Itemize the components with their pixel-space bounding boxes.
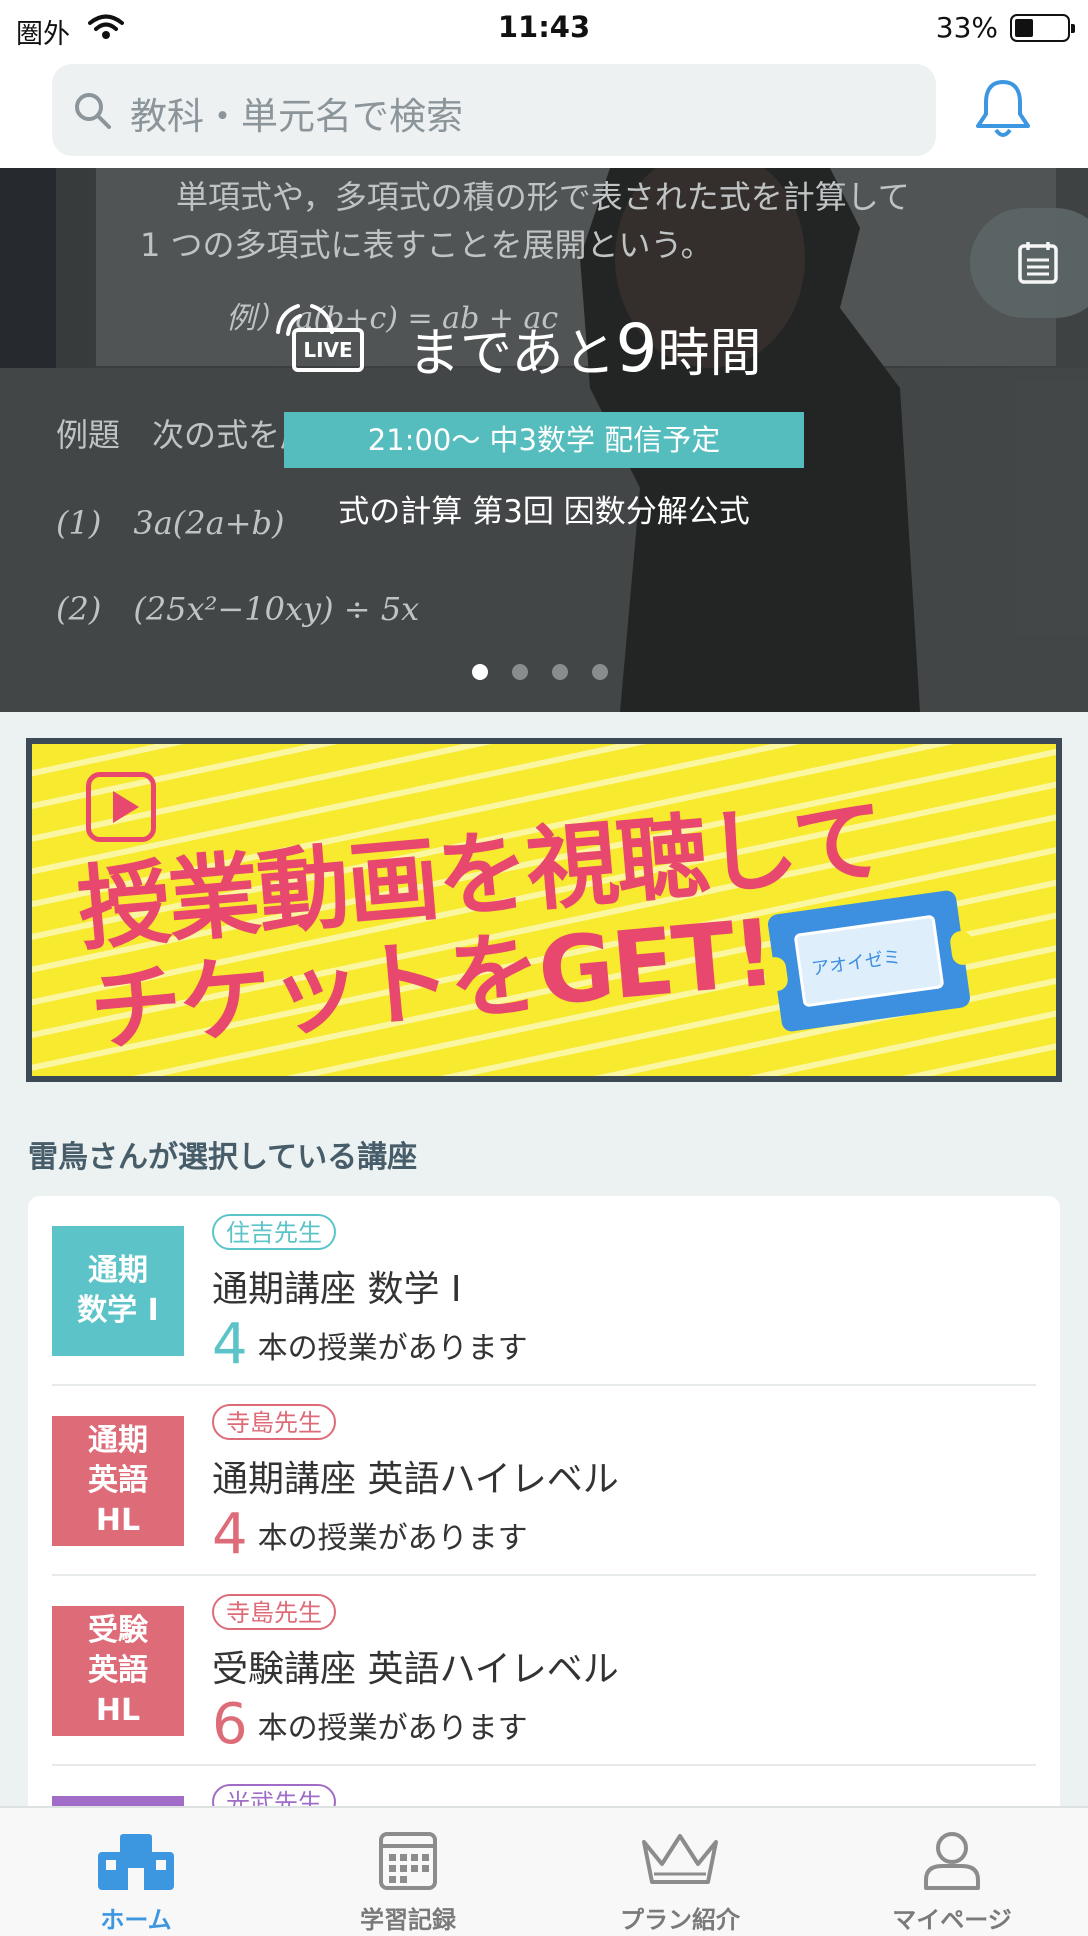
live-lesson-carousel[interactable]: 単項式や，多項式の積の形で表された式を計算して 1 つの多項式に表すことを展開と… — [0, 168, 1088, 712]
crown-icon — [642, 1834, 718, 1884]
schedule-button[interactable] — [970, 208, 1088, 318]
calendar-list-icon — [1018, 242, 1058, 284]
home-icon — [98, 1834, 174, 1890]
carousel-dot[interactable] — [592, 664, 608, 680]
search-input[interactable]: 教科・単元名で検索 — [52, 64, 936, 156]
tab-label: ホーム — [100, 1906, 172, 1934]
tab-bar: ホーム 学習記録 プラン紹介 マイページ — [0, 1806, 1088, 1936]
lesson-count: 6 本の授業があります — [212, 1692, 528, 1757]
calendar-icon — [379, 1832, 437, 1890]
teacher-tag: 寺島先生 — [212, 1404, 336, 1440]
top-header: 教科・単元名で検索 — [0, 56, 1088, 168]
person-icon — [924, 1832, 980, 1890]
status-bar: 圏外 11:43 33% — [0, 0, 1088, 56]
ticket-icon: アオイゼミ — [762, 889, 976, 1033]
carousel-dots[interactable] — [472, 664, 632, 684]
schedule-tag: 21:00〜 中3数学 配信予定 — [284, 412, 804, 468]
search-icon — [75, 93, 111, 129]
list-item[interactable]: 通期 数学 I 住吉先生 通期講座 数学 I 4 本の授業があります — [28, 1196, 1060, 1386]
tab-home[interactable]: ホーム — [0, 1808, 272, 1936]
tab-mypage[interactable]: マイページ — [816, 1808, 1088, 1936]
tab-label: 学習記録 — [360, 1906, 456, 1934]
battery-percent: 33% — [935, 11, 998, 44]
lesson-count: 4 本の授業があります — [212, 1502, 528, 1567]
course-badge: 通期 英語 HL — [52, 1416, 184, 1546]
carousel-dot[interactable] — [472, 664, 488, 680]
carousel-dot[interactable] — [552, 664, 568, 680]
tab-plans[interactable]: プラン紹介 — [544, 1808, 816, 1936]
promo-banner[interactable]: 授業動画を視聴して チケットをGET! アオイゼミ — [26, 738, 1062, 1082]
ticket-brand: アオイゼミ — [810, 946, 903, 980]
course-name: 受験講座 英語ハイレベル — [212, 1649, 619, 1690]
teacher-tag: 住吉先生 — [212, 1214, 336, 1250]
battery-icon — [1010, 14, 1075, 42]
tab-label: プラン紹介 — [620, 1906, 740, 1934]
bell-icon[interactable] — [972, 76, 1034, 142]
list-item[interactable]: 通期 英語 HL 寺島先生 通期講座 英語ハイレベル 4 本の授業があります — [28, 1386, 1060, 1576]
live-badge: LIVE — [292, 328, 364, 372]
course-name: 通期講座 英語ハイレベル — [212, 1459, 619, 1500]
clock: 11:43 — [497, 10, 591, 44]
tab-study-record[interactable]: 学習記録 — [272, 1808, 544, 1936]
course-badge: 通期 数学 I — [52, 1226, 184, 1356]
carousel-dot[interactable] — [512, 664, 528, 680]
section-title: 雷鳥さんが選択している講座 — [28, 1140, 418, 1175]
tab-label: マイページ — [892, 1906, 1012, 1934]
countdown-text: まであと9時間 — [408, 310, 762, 387]
list-item[interactable]: 受験 英語 HL 寺島先生 受験講座 英語ハイレベル 6 本の授業があります — [28, 1576, 1060, 1766]
course-name: 通期講座 数学 I — [212, 1269, 462, 1310]
course-badge: 受験 英語 HL — [52, 1606, 184, 1736]
lesson-title: 式の計算 第3回 因数分解公式 — [338, 494, 750, 530]
lesson-count: 4 本の授業があります — [212, 1312, 528, 1377]
search-placeholder: 教科・単元名で検索 — [130, 95, 463, 138]
course-list: 通期 数学 I 住吉先生 通期講座 数学 I 4 本の授業があります 通期 英語 … — [28, 1196, 1060, 1836]
teacher-tag: 寺島先生 — [212, 1594, 336, 1630]
